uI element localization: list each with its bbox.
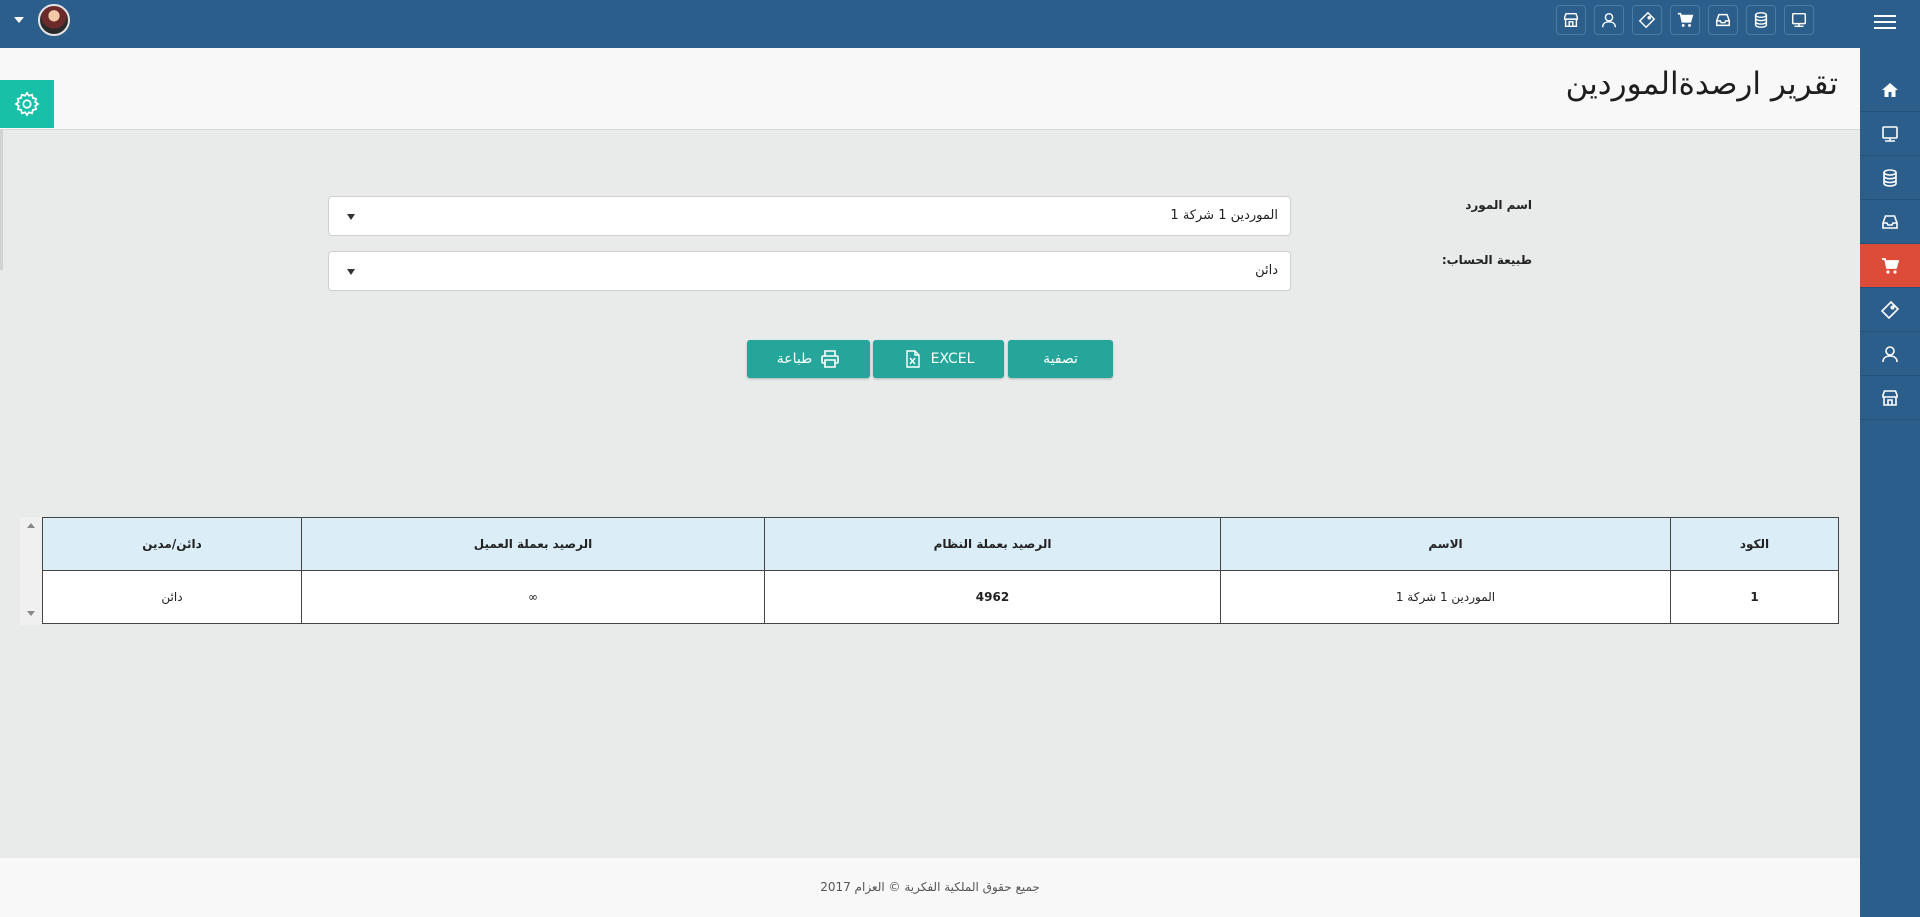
hamburger-menu-icon[interactable] [1874, 11, 1896, 33]
sidebar [1860, 48, 1920, 917]
chevron-down-icon [347, 269, 355, 275]
scroll-up-arrow-icon[interactable] [27, 523, 35, 528]
filter-button-label: تصفية [1043, 351, 1078, 367]
avatar[interactable] [38, 4, 70, 36]
chevron-down-icon [347, 214, 355, 220]
top-navbar [0, 0, 1920, 48]
user-icon[interactable] [1594, 5, 1624, 35]
filter-button[interactable]: تصفية [1008, 340, 1113, 378]
store-icon[interactable] [1556, 5, 1586, 35]
account-type-select[interactable]: دائن [328, 251, 1291, 291]
excel-button[interactable]: EXCEL [873, 340, 1004, 378]
cell-code: 1 [1670, 570, 1839, 624]
cell-client-balance: ∞ [301, 570, 765, 624]
table-row: 1 الموردين 1 شركة 1 4962 ∞ دائن [42, 570, 1839, 624]
column-header-credit-debit[interactable]: دائن/مدين [42, 517, 302, 571]
supplier-select[interactable]: الموردين 1 شركة 1 [328, 196, 1291, 236]
home-icon [1882, 82, 1898, 97]
store-icon [1882, 389, 1898, 406]
sidebar-item-database[interactable] [1860, 156, 1920, 200]
account-type-label: طبيعة الحساب: [1441, 253, 1532, 267]
database-icon[interactable] [1746, 5, 1776, 35]
cart-icon [1882, 257, 1900, 274]
ticket-icon[interactable] [1632, 5, 1662, 35]
settings-button[interactable] [0, 80, 54, 128]
excel-icon [905, 350, 920, 368]
table-header-row: الكود الاسم الرصيد بعملة النظام الرصيد ب… [42, 517, 1839, 571]
scroll-down-arrow-icon[interactable] [27, 611, 35, 616]
supplier-select-value: الموردين 1 شركة 1 [1170, 208, 1278, 223]
cart-icon[interactable] [1670, 5, 1700, 35]
sidebar-item-store[interactable] [1860, 376, 1920, 420]
cell-system-balance: 4962 [764, 570, 1221, 624]
column-header-code[interactable]: الكود [1670, 517, 1839, 571]
gear-icon [14, 91, 40, 117]
cell-credit-debit: دائن [42, 570, 302, 624]
monitor-icon[interactable] [1784, 5, 1814, 35]
column-header-system-balance[interactable]: الرصيد بعملة النظام [764, 517, 1221, 571]
user-menu [14, 4, 70, 36]
excel-button-label: EXCEL [930, 351, 975, 367]
sidebar-item-users[interactable] [1860, 332, 1920, 376]
inbox-icon[interactable] [1708, 5, 1738, 35]
sidebar-item-ticket[interactable] [1860, 288, 1920, 332]
sidebar-item-home[interactable] [1860, 68, 1920, 112]
sidebar-item-inbox[interactable] [1860, 200, 1920, 244]
cell-name: الموردين 1 شركة 1 [1220, 570, 1671, 624]
footer: جميع حقوق الملكية الفكرية © العزام 2017 [0, 858, 1860, 917]
page-title: تقرير ارصدةالموردين [1565, 66, 1838, 102]
sidebar-item-purchases[interactable] [1860, 244, 1920, 288]
user-dropdown-caret-icon[interactable] [14, 17, 24, 23]
ticket-icon [1880, 300, 1900, 319]
print-button-label: طباعة [776, 351, 813, 367]
inbox-icon [1882, 214, 1898, 229]
table-scrollbar[interactable] [20, 517, 42, 625]
database-icon [1883, 168, 1897, 187]
sidebar-item-monitor[interactable] [1860, 112, 1920, 156]
page-header: تقرير ارصدةالموردين [0, 48, 1860, 130]
left-panel-edge [0, 130, 3, 270]
copyright-text: جميع حقوق الملكية الفكرية © العزام 2017 [820, 880, 1040, 894]
account-type-select-value: دائن [1255, 263, 1278, 278]
balances-table: الكود الاسم الرصيد بعملة النظام الرصيد ب… [42, 517, 1839, 624]
print-button[interactable]: طباعة [747, 340, 870, 378]
supplier-label: اسم المورد [1465, 198, 1532, 212]
column-header-name[interactable]: الاسم [1220, 517, 1671, 571]
top-shortcuts [1556, 5, 1814, 35]
monitor-icon [1882, 125, 1898, 142]
printer-icon [821, 350, 840, 368]
column-header-client-balance[interactable]: الرصيد بعملة العميل [301, 517, 765, 571]
user-icon [1882, 345, 1898, 362]
